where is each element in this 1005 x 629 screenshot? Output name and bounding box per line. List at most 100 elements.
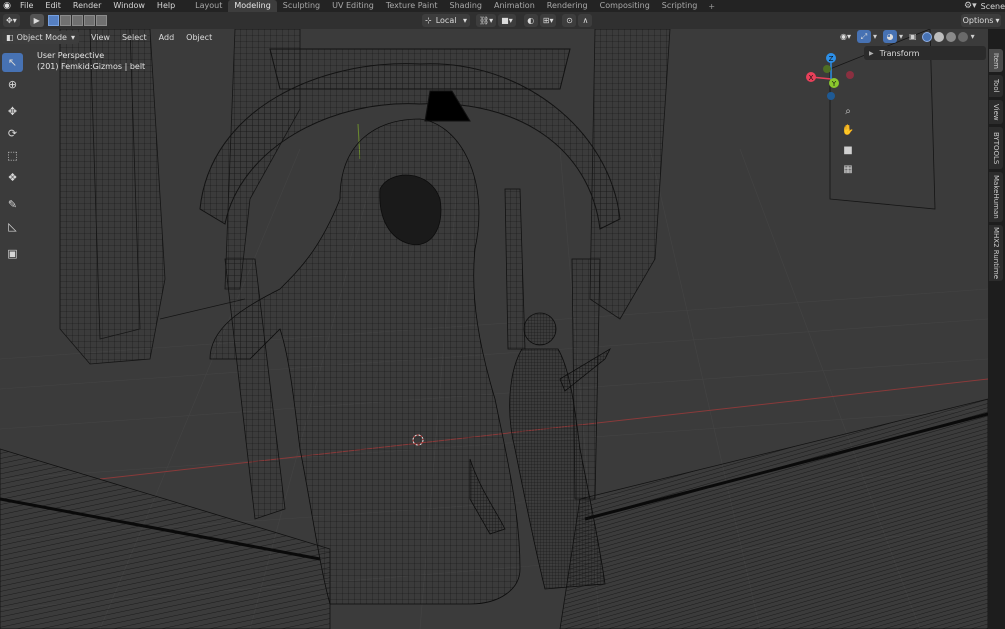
tab-view[interactable]: View <box>989 100 1003 124</box>
chevron-down-icon[interactable]: ▾ <box>971 32 975 41</box>
tab-modeling[interactable]: Modeling <box>228 0 277 12</box>
snap-settings[interactable]: ⊞▾ <box>539 14 557 27</box>
annotate-tool[interactable]: ✎ <box>2 195 23 214</box>
snap-toggle[interactable]: ◐ <box>523 14 538 27</box>
select-box-tool[interactable]: ↖ <box>2 53 23 72</box>
move-icon: ✥ <box>7 105 18 118</box>
menu-file[interactable]: File <box>14 0 39 12</box>
select-intersect-icon[interactable] <box>95 15 107 26</box>
tab-shading[interactable]: Shading <box>443 0 488 12</box>
proportional-toggle[interactable]: ⊙ <box>562 14 577 27</box>
visibility-icon[interactable]: ◉▾ <box>840 32 851 41</box>
menu-add[interactable]: Add <box>153 33 181 42</box>
pivot-dropdown[interactable]: ⛓▾ <box>476 14 497 27</box>
top-menu-bar: ◉ File Edit Render Window Help Layout Mo… <box>0 0 1005 12</box>
sidebar-tabs: Item Tool View BYTOOLS MakeHuman MHX2 Ru… <box>988 29 1005 629</box>
material-shading-icon[interactable] <box>945 31 956 42</box>
add-cube-tool[interactable]: ▣ <box>2 244 23 263</box>
header-center-controls: ⊹ Local ▾ ⛓▾ ■▾ ◐ ⊞▾ ⊙ ∧ <box>420 14 593 27</box>
tab-scripting[interactable]: Scripting <box>656 0 704 12</box>
chevron-down-icon[interactable]: ▾ <box>899 32 903 41</box>
xray-icon[interactable]: ▣ <box>909 32 917 41</box>
ortho-toggle-button[interactable]: ▦ <box>839 160 857 178</box>
menu-window[interactable]: Window <box>107 0 151 12</box>
main-menu: File Edit Render Window Help <box>14 0 181 12</box>
select-subtract-icon[interactable] <box>71 15 83 26</box>
blender-logo-icon[interactable]: ◉ <box>0 0 14 12</box>
menu-edit[interactable]: Edit <box>39 0 67 12</box>
select-new-icon[interactable] <box>47 15 59 26</box>
gizmo-icon: ⤢ <box>860 31 868 41</box>
tab-compositing[interactable]: Compositing <box>594 0 656 12</box>
tab-rendering[interactable]: Rendering <box>541 0 594 12</box>
magnifier-icon: ⌕ <box>845 105 851 117</box>
pencil-icon: ✎ <box>7 198 18 211</box>
chevron-down-icon: ▾ <box>70 32 75 42</box>
rotate-tool[interactable]: ⟳ <box>2 124 23 143</box>
scene-icon: ⚙▾ <box>964 1 977 11</box>
workspace-tabs: Layout Modeling Sculpting UV Editing Tex… <box>189 0 703 12</box>
menu-render[interactable]: Render <box>67 0 107 12</box>
navigation-gizmo[interactable]: X Y Z <box>803 51 859 107</box>
orientation-icon: ⊹ <box>425 16 432 25</box>
overlay-icon: ◕ <box>886 32 894 41</box>
cursor-tool[interactable]: ⊕ <box>2 75 23 94</box>
menu-help[interactable]: Help <box>151 0 181 12</box>
gizmo-toggle[interactable]: ⤢ <box>857 30 871 43</box>
menu-view[interactable]: View <box>85 33 116 42</box>
tab-layout[interactable]: Layout <box>189 0 228 12</box>
square-icon: ■▾ <box>501 16 513 25</box>
chevron-down-icon[interactable]: ▾ <box>873 32 877 41</box>
magnet-icon: ◐ <box>527 16 535 25</box>
falloff-curve-icon: ∧ <box>582 16 589 25</box>
transform-editor-icon: ✥▾ <box>6 16 17 25</box>
menu-object[interactable]: Object <box>180 33 218 42</box>
ruler-icon: ◺ <box>8 220 17 233</box>
tab-bytools[interactable]: BYTOOLS <box>989 127 1003 169</box>
scene-selector[interactable]: ⚙▾ Scene <box>964 0 1005 12</box>
axis-z-label: Z <box>829 55 834 63</box>
solid-shading-icon[interactable] <box>933 31 944 42</box>
editor-type-button[interactable]: ✥▾ <box>3 14 20 27</box>
orientation-dropdown[interactable]: ⊹ Local ▾ <box>422 14 470 27</box>
viewport-menu: View Select Add Object <box>85 33 218 42</box>
move-tool[interactable]: ✥ <box>2 102 23 121</box>
active-tool-button[interactable]: ▶ <box>29 14 44 27</box>
transform-panel-header[interactable]: ▶ Transform <box>864 46 986 60</box>
tab-item[interactable]: Item <box>989 49 1003 72</box>
zoom-button[interactable]: ⌕ <box>839 102 857 120</box>
pan-button[interactable]: ✋ <box>839 121 857 139</box>
tab-uv-editing[interactable]: UV Editing <box>326 0 380 12</box>
select-extend-icon[interactable] <box>59 15 71 26</box>
select-difference-icon[interactable] <box>83 15 95 26</box>
tab-tool[interactable]: Tool <box>989 75 1003 97</box>
3d-viewport[interactable]: User Perspective (201) Femkid:Gizmos | b… <box>0 29 988 629</box>
wireframe-shading-icon[interactable] <box>921 31 932 42</box>
scene-name: Scene <box>980 1 1005 11</box>
camera-view-button[interactable]: ■ <box>839 141 857 159</box>
transform-icon: ❖ <box>7 171 18 184</box>
add-workspace-button[interactable]: + <box>703 2 720 11</box>
scale-tool[interactable]: ⬚ <box>2 146 23 165</box>
measure-tool[interactable]: ◺ <box>2 217 23 236</box>
object-mode-dropdown[interactable]: ◧ Object Mode ▾ <box>2 30 79 44</box>
transform-tool[interactable]: ❖ <box>2 168 23 187</box>
left-toolbar: ↖ ⊕ ✥ ⟳ ⬚ ❖ ✎ ◺ ▣ <box>1 51 25 266</box>
orientation-value: Local <box>435 16 457 25</box>
select-box-icon: ▶ <box>33 16 40 25</box>
view-perspective-label: User Perspective <box>37 51 105 60</box>
menu-select[interactable]: Select <box>116 33 153 42</box>
3d-cursor-icon: ⊕ <box>7 78 18 91</box>
snap-target-dropdown[interactable]: ■▾ <box>498 14 516 27</box>
tab-mhx2-runtime[interactable]: MHX2 Runtime <box>989 225 1003 281</box>
tab-animation[interactable]: Animation <box>488 0 541 12</box>
tab-texture-paint[interactable]: Texture Paint <box>380 0 444 12</box>
tab-view-label: View <box>992 103 1000 121</box>
tab-sculpting[interactable]: Sculpting <box>277 0 326 12</box>
options-dropdown[interactable]: Options ▾ <box>961 14 1001 27</box>
falloff-dropdown[interactable]: ∧ <box>578 14 593 27</box>
tool-header: ✥▾ ▶ ⊹ Local ▾ ⛓▾ ■▾ ◐ ⊞▾ ⊙ ∧ Options ▾ <box>0 12 1005 29</box>
tab-makehuman[interactable]: MakeHuman <box>989 172 1003 222</box>
rendered-shading-icon[interactable] <box>957 31 968 42</box>
overlay-toggle[interactable]: ◕ <box>883 30 898 43</box>
